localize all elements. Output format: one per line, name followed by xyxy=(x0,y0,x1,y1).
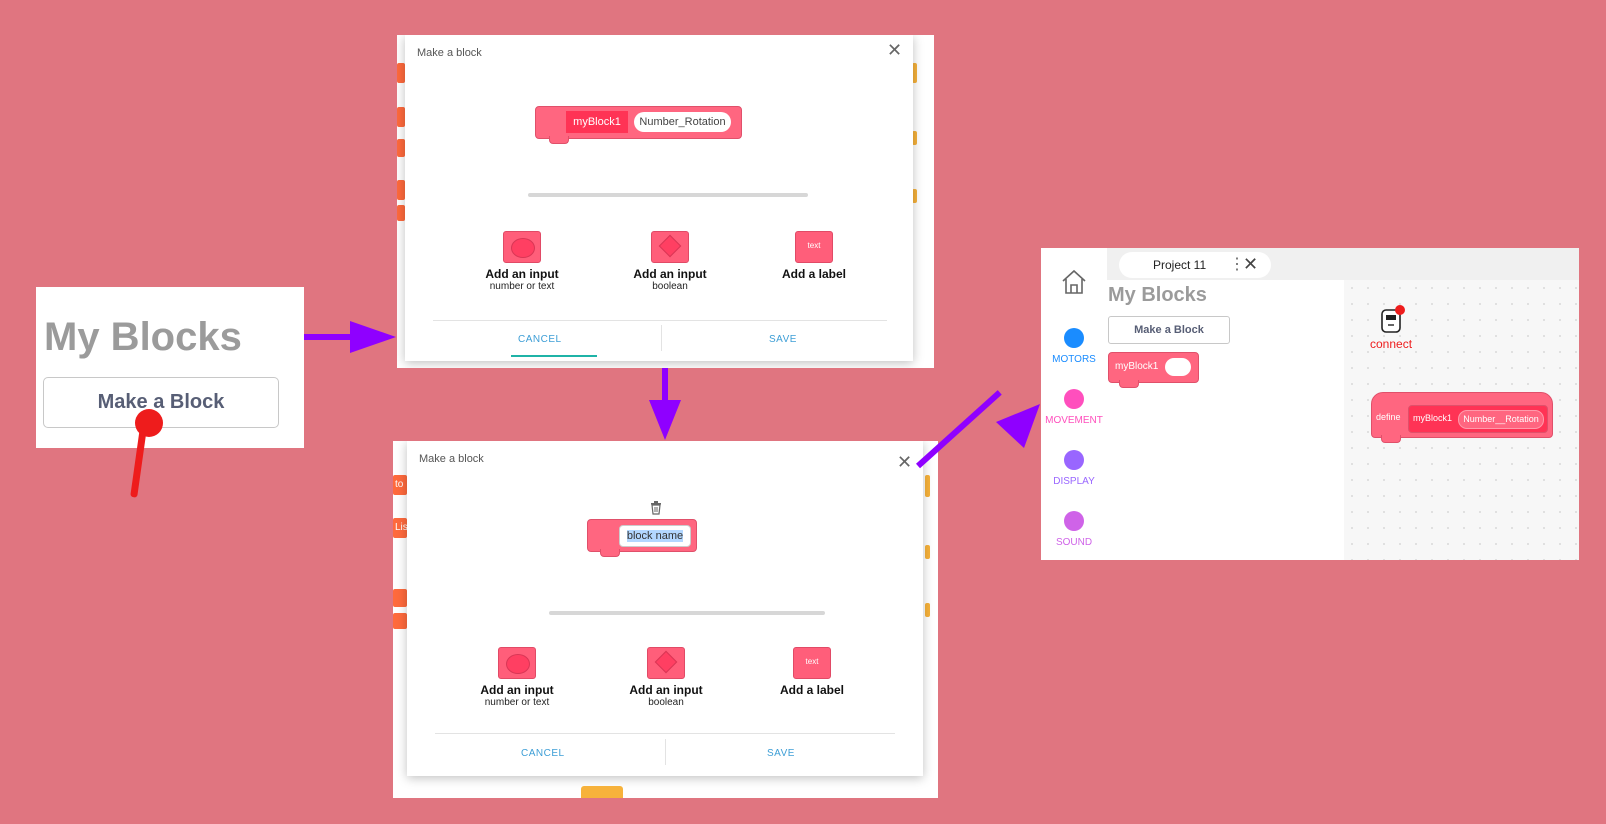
make-block-dialog: Make a block ✕ myBlock1 Number_Rotation … xyxy=(405,35,913,361)
make-block-dialog: Make a block ✕ block name Add an input n… xyxy=(407,441,923,776)
dialog-title: Make a block xyxy=(417,47,482,59)
project-tab-title: Project 11 xyxy=(1153,258,1207,272)
define-label: define xyxy=(1376,412,1401,422)
display-dot-icon xyxy=(1064,450,1084,470)
category-sound[interactable]: SOUND xyxy=(1041,511,1107,548)
divider xyxy=(528,193,808,197)
category-motors[interactable]: MOTORS xyxy=(1041,328,1107,365)
add-input-boolean-option[interactable]: Add an input boolean xyxy=(595,231,745,292)
home-icon[interactable] xyxy=(1060,268,1088,296)
category-sidebar: MOTORS MOVEMENT DISPLAY SOUND xyxy=(1041,248,1107,560)
block-name-segment[interactable]: myBlock1 xyxy=(566,111,628,133)
custom-block-preview: block name xyxy=(587,519,697,552)
add-input-number-text-option[interactable]: Add an input number or text xyxy=(447,231,597,292)
category-display[interactable]: DISPLAY xyxy=(1041,450,1107,487)
custom-block-preview: myBlock1 Number_Rotation xyxy=(535,106,742,139)
palette-title: My Blocks xyxy=(1108,284,1207,306)
connect-link[interactable]: connect xyxy=(1370,337,1412,351)
close-tab-icon[interactable]: ✕ xyxy=(1243,254,1258,275)
my-blocks-title: My Blocks xyxy=(44,315,242,359)
block-palette: My Blocks Make a Block myBlock1 xyxy=(1107,280,1344,560)
code-canvas[interactable]: connect define myBlock1 Number__Rotation xyxy=(1344,280,1579,560)
arrow-head-icon xyxy=(350,321,396,353)
close-icon[interactable]: ✕ xyxy=(887,41,902,59)
cancel-button[interactable]: CANCEL xyxy=(518,334,562,345)
movement-dot-icon xyxy=(1064,389,1084,409)
boolean-input-icon xyxy=(654,650,678,674)
palette-custom-block[interactable]: myBlock1 xyxy=(1108,352,1199,383)
arrow-head-icon xyxy=(649,400,681,440)
arrow-head-icon xyxy=(996,404,1040,448)
block-name-field[interactable]: block name xyxy=(619,525,691,547)
oval-input-icon xyxy=(511,238,535,258)
dialog2-screenshot: to Lis Make a block ✕ block name Add an … xyxy=(393,441,938,798)
close-icon[interactable]: ✕ xyxy=(897,453,912,471)
add-label-option[interactable]: text Add a label xyxy=(739,231,889,281)
device-icon[interactable] xyxy=(1380,304,1406,334)
project-tab[interactable]: Project 11 ⋮ ✕ xyxy=(1119,252,1271,278)
save-button[interactable]: SAVE xyxy=(769,334,797,345)
define-input-pill: Number__Rotation xyxy=(1458,410,1544,429)
category-movement[interactable]: MOVEMENT xyxy=(1041,389,1107,426)
dialog-title: Make a block xyxy=(419,453,484,465)
trash-icon[interactable] xyxy=(650,501,662,515)
block-name-selected-text: block name xyxy=(626,530,684,542)
label-icon: text xyxy=(807,241,821,250)
editor-screenshot: MOTORS MOVEMENT DISPLAY SOUND Project 11… xyxy=(1041,248,1579,560)
block-input-pill[interactable]: Number_Rotation xyxy=(634,112,731,132)
arrow-to-dialog1 xyxy=(304,334,354,340)
block-input-slot xyxy=(1165,358,1191,376)
define-block[interactable]: define myBlock1 Number__Rotation xyxy=(1371,392,1553,438)
make-a-block-button[interactable]: Make a Block xyxy=(1108,316,1230,344)
arrow-to-dialog2 xyxy=(662,368,668,402)
oval-input-icon xyxy=(506,654,530,674)
motors-dot-icon xyxy=(1064,328,1084,348)
cancel-button[interactable]: CANCEL xyxy=(521,748,565,759)
my-blocks-panel-crop: My Blocks Make a Block xyxy=(36,287,304,448)
save-button[interactable]: SAVE xyxy=(767,748,795,759)
sound-dot-icon xyxy=(1064,511,1084,531)
click-pointer-icon xyxy=(135,409,163,437)
dialog1-screenshot: Make a block ✕ myBlock1 Number_Rotation … xyxy=(397,35,934,368)
divider xyxy=(549,611,825,615)
add-input-number-text-option[interactable]: Add an input number or text xyxy=(442,647,592,708)
add-label-option[interactable]: text Add a label xyxy=(737,647,887,697)
define-block-name: myBlock1 xyxy=(1413,413,1453,423)
project-tab-bar: Project 11 ⋮ ✕ xyxy=(1107,248,1579,280)
add-input-boolean-option[interactable]: Add an input boolean xyxy=(591,647,741,708)
label-icon: text xyxy=(805,657,819,666)
boolean-input-icon xyxy=(658,234,682,258)
